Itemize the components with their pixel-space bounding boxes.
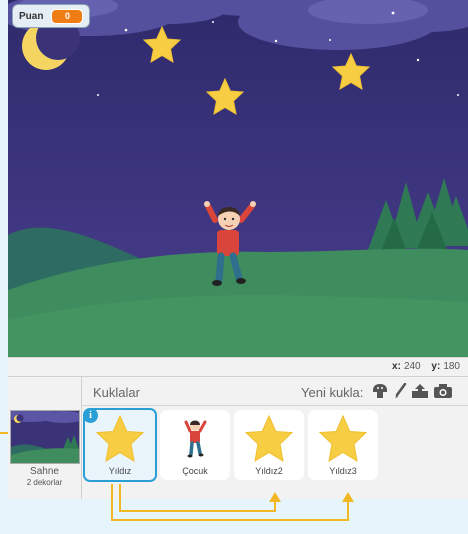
- y-value: 180: [443, 361, 460, 372]
- x-label: x:: [392, 361, 401, 372]
- stage-selector[interactable]: Sahne 2 dekorlar: [8, 377, 82, 499]
- y-label: y:: [431, 361, 441, 372]
- backdrop-count: 2 dekorlar: [26, 478, 63, 487]
- sprite-tile-yildiz3[interactable]: Yıldız3: [308, 410, 378, 480]
- variable-value: 0: [51, 8, 84, 24]
- variable-label: Puan: [19, 10, 44, 22]
- x-value: 240: [403, 361, 421, 372]
- camera-icon[interactable]: [433, 383, 453, 399]
- star-icon: [244, 414, 294, 463]
- sprite-tile-cocuk[interactable]: Çocuk: [160, 410, 230, 480]
- upload-icon[interactable]: [411, 383, 429, 399]
- sprite-tile-yildiz2[interactable]: Yıldız2: [234, 410, 304, 480]
- star-icon: [95, 414, 145, 463]
- variable-monitor[interactable]: Puan 0: [12, 4, 91, 28]
- sprite-tile-yildiz[interactable]: i Yıldız: [83, 408, 157, 482]
- sprites-title: Kuklalar: [93, 385, 140, 400]
- mouse-coordinates: x: 240 y: 180: [392, 361, 460, 372]
- sprite-name: Yıldız3: [329, 466, 357, 476]
- coordinates-bar: x: 240 y: 180: [8, 357, 468, 377]
- sprites-header: Kuklalar Yeni kukla:: [81, 377, 468, 406]
- paint-brush-icon[interactable]: [393, 383, 407, 399]
- stage-backdrop: [8, 0, 468, 357]
- star-icon: [318, 414, 368, 463]
- boy-icon: [184, 420, 207, 458]
- choose-from-library-icon[interactable]: [371, 383, 389, 399]
- stage-label: Sahne: [30, 466, 59, 477]
- sprite-name: Yıldız: [108, 466, 132, 476]
- sprites-pane: Sahne 2 dekorlar Kuklalar Yeni kukla: i …: [8, 376, 468, 499]
- new-sprite-label: Yeni kukla:: [301, 385, 364, 400]
- stage-thumbnail[interactable]: [10, 410, 80, 464]
- sprite-name: Çocuk: [182, 466, 208, 476]
- stage[interactable]: Puan 0: [8, 0, 468, 357]
- sprite-name: Yıldız2: [255, 466, 283, 476]
